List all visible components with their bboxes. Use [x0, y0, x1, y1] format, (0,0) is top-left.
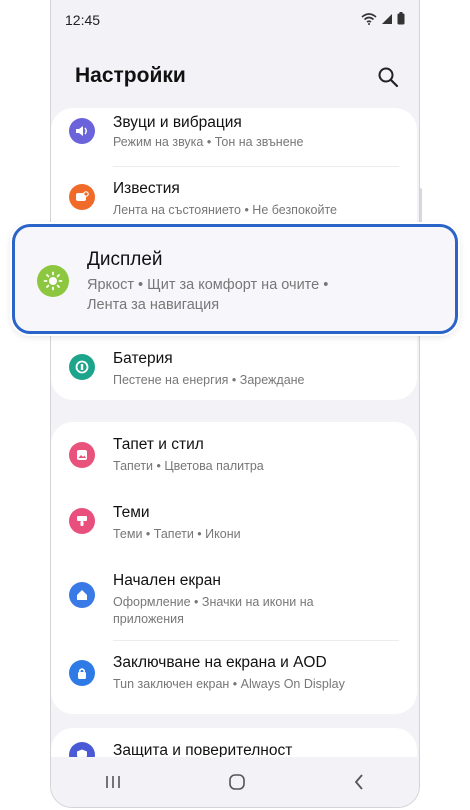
settings-item-subtitle-line1: Оформление • Значки на икони на [113, 595, 314, 609]
wallpaper-icon [69, 442, 95, 468]
home-icon [69, 582, 95, 608]
settings-item-subtitle-line2: Лента за навигация [87, 297, 220, 313]
settings-item-subtitle-line2: приложения [113, 612, 184, 626]
settings-item-wallpaper[interactable]: Тапет и стил Тапети • Цветова палитра [51, 432, 417, 482]
settings-item-notifications[interactable]: Известия Лента на състоянието • Не безпо… [51, 174, 417, 228]
settings-item-subtitle: Режим на звука • Тон на звънене [113, 135, 304, 149]
settings-item-subtitle: Тапети • Цветова палитра [113, 459, 264, 473]
brush-icon [69, 508, 95, 534]
back-icon[interactable] [352, 773, 366, 791]
speaker-icon [69, 118, 95, 144]
settings-item-title: Дисплей [87, 249, 163, 270]
page-title: Настройки [75, 64, 186, 87]
status-icons [361, 12, 405, 25]
settings-item-home-screen[interactable]: Начален екран Оформление • Значки на ико… [51, 568, 417, 630]
settings-item-lock-screen[interactable]: Заключване на екрана и AOD Tun заключен … [51, 650, 417, 704]
settings-item-subtitle: Теми • Тапети • Икони [113, 527, 241, 541]
battery-icon [397, 12, 405, 25]
settings-group-2: Тапет и стил Тапети • Цветова палитра Те… [51, 422, 417, 714]
divider [113, 166, 399, 167]
notification-icon [69, 184, 95, 210]
settings-item-title: Звуци и вибрация [113, 114, 242, 131]
settings-item-title: Начален екран [113, 572, 221, 589]
settings-item-title: Заключване на екрана и AOD [113, 654, 327, 671]
settings-item-sound[interactable]: Звуци и вибрация Режим на звука • Тон на… [51, 108, 417, 162]
settings-item-title: Тапет и стил [113, 436, 204, 453]
phone-screen: 12:45 Настройки Звуци и вибрация Режим н… [50, 0, 420, 808]
settings-item-subtitle-line1: Яркост • Щит за комфорт на очите • [87, 277, 329, 293]
settings-item-subtitle: Пестене на енергия • Зареждане [113, 373, 305, 387]
recents-icon[interactable] [104, 774, 122, 790]
battery-care-icon [69, 354, 95, 380]
lock-icon [69, 660, 95, 686]
status-time: 12:45 [65, 12, 101, 28]
search-icon[interactable] [377, 66, 399, 88]
status-bar: 12:45 [51, 0, 419, 34]
settings-item-themes[interactable]: Теми Теми • Тапети • Икони [51, 498, 417, 548]
settings-item-display[interactable]: Дисплей Яркост • Щит за комфорт на очите… [12, 224, 458, 334]
settings-item-title: Известия [113, 180, 180, 197]
signal-icon [382, 13, 392, 24]
settings-item-subtitle: Лента на състоянието • Не безпокойте [113, 203, 337, 217]
settings-item-battery[interactable]: Батерия Пестене на енергия • Зареждане [51, 344, 417, 398]
home-button-icon[interactable] [228, 773, 246, 791]
divider [113, 640, 399, 641]
settings-item-subtitle: Tun заключен екран • Always On Display [113, 677, 345, 691]
settings-item-title: Батерия [113, 350, 173, 367]
settings-item-title: Теми [113, 504, 150, 521]
wifi-icon [361, 12, 377, 25]
brightness-icon [37, 265, 69, 297]
navigation-bar [51, 757, 419, 807]
